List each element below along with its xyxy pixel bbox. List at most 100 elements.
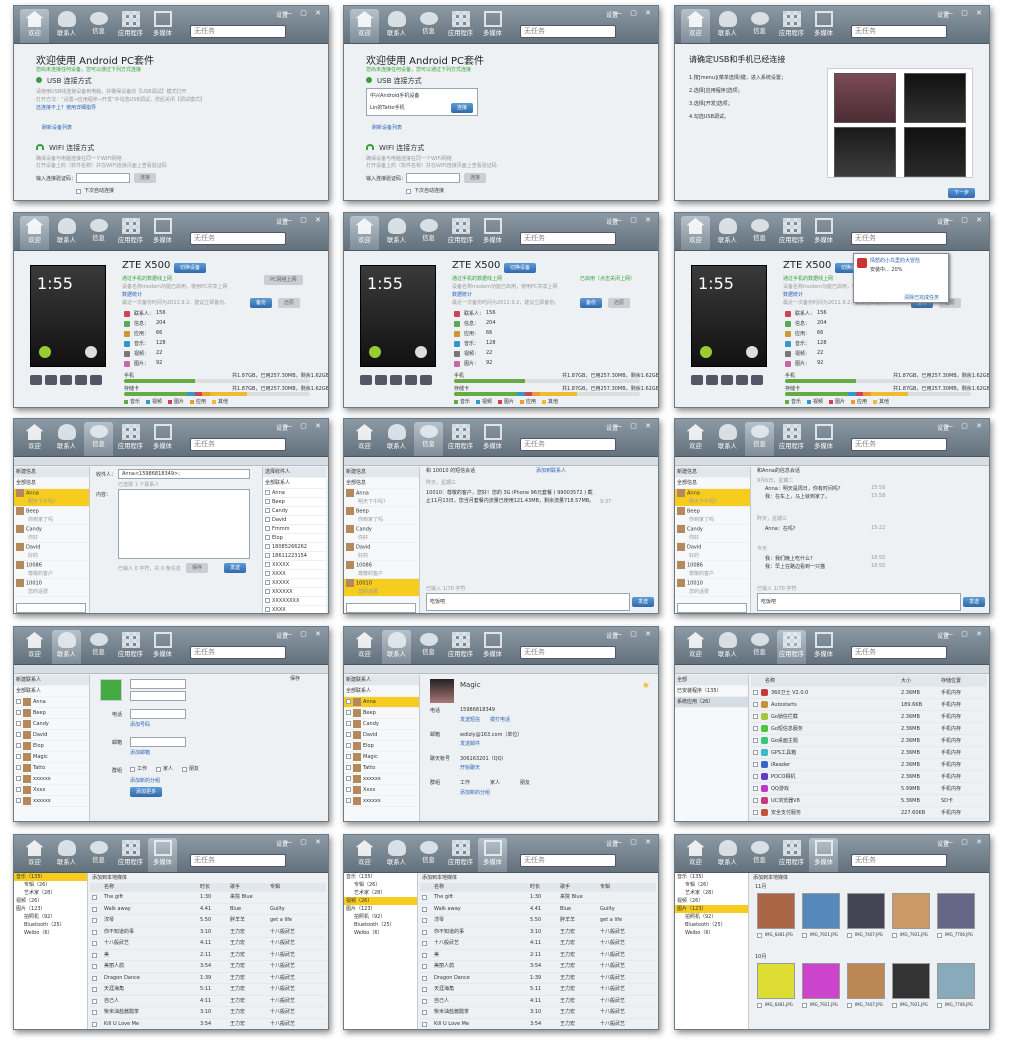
- send-button[interactable]: 发送: [962, 597, 985, 607]
- window-controls[interactable]: — ▢ ✕: [285, 422, 324, 430]
- nav-contacts[interactable]: 联系人: [713, 9, 742, 43]
- song-row[interactable]: 自己人 4:11 王力宏 十八般武艺: [90, 996, 326, 1007]
- media-category[interactable]: Weibo（6）: [344, 929, 417, 937]
- checkbox[interactable]: [265, 598, 270, 603]
- next-button[interactable]: 下一步: [947, 188, 975, 198]
- group-checkbox[interactable]: [130, 767, 135, 772]
- photo-checkbox[interactable]: [847, 1003, 852, 1008]
- table-row[interactable]: GPS工具箱 2.36MB 手机内存: [751, 747, 987, 759]
- table-row[interactable]: Autostarts 189.6KB 手机内存: [751, 699, 987, 711]
- nav-contacts[interactable]: 联系人: [382, 422, 411, 456]
- nav-messages[interactable]: 信息: [745, 422, 774, 456]
- add-phone-link[interactable]: 添加号码: [130, 721, 150, 728]
- data-stats-link[interactable]: 数据统计: [783, 291, 803, 298]
- contact-item[interactable]: Candy: [344, 719, 419, 730]
- nav-media[interactable]: 多媒体: [809, 9, 838, 43]
- table-row[interactable]: iReader 2.36MB 手机内存: [751, 759, 987, 771]
- checkbox[interactable]: [346, 743, 351, 748]
- checkbox[interactable]: [265, 517, 270, 522]
- contact-item[interactable]: David: [14, 730, 89, 741]
- nav-messages[interactable]: 信息: [745, 9, 774, 43]
- song-row[interactable]: 天涯海角 5:11 王力宏 十八般武艺: [420, 984, 656, 996]
- nav-media[interactable]: 多媒体: [809, 216, 838, 250]
- media-category[interactable]: Weibo（6）: [675, 929, 748, 937]
- picker-item[interactable]: David: [263, 516, 326, 525]
- photo-checkbox[interactable]: [757, 1003, 762, 1008]
- window-controls[interactable]: — ▢ ✕: [615, 422, 654, 430]
- checkbox[interactable]: [422, 1021, 427, 1027]
- refresh-link[interactable]: 刷新设备列表: [372, 124, 402, 131]
- photo-thumbnail[interactable]: [802, 963, 840, 999]
- contact-item[interactable]: Tatto: [344, 763, 419, 774]
- table-row[interactable]: Go桌面主题 2.36MB 手机内存: [751, 735, 987, 747]
- name-input[interactable]: [130, 679, 186, 689]
- thread-search[interactable]: [16, 603, 86, 613]
- checkbox[interactable]: [16, 765, 21, 770]
- song-row[interactable]: 你不知道的事 3:10 王力宏 十八般武艺: [90, 927, 326, 938]
- all-contacts[interactable]: 全部联系人: [344, 686, 419, 697]
- checkbox[interactable]: [753, 810, 758, 815]
- send-sms-link[interactable]: 发送短信: [460, 716, 480, 723]
- device-item[interactable]: Lin的Tatto手机: [370, 104, 405, 111]
- thread-item[interactable]: 10010 您的话费: [344, 579, 419, 597]
- song-row[interactable]: 美丽人鸽 3:54 王力宏 十八般武艺: [420, 961, 656, 973]
- table-row[interactable]: 360卫士 V2.0.0 2.36MB 手机内存: [751, 687, 987, 699]
- add-group-link[interactable]: 添加新的分组: [460, 789, 490, 796]
- play-icon[interactable]: [60, 375, 72, 385]
- nav-contacts[interactable]: 联系人: [382, 838, 411, 872]
- nav-media[interactable]: 多媒体: [809, 838, 838, 872]
- code-input[interactable]: [406, 173, 460, 183]
- nav-apps[interactable]: 应用程序: [777, 838, 806, 872]
- song-row[interactable]: 你不知道的事 3:10 王力宏 十八般武艺: [420, 927, 656, 938]
- usb-line[interactable]: 还连接不上？使用详细指导: [36, 104, 96, 111]
- checkbox[interactable]: [753, 726, 758, 731]
- nav-contacts[interactable]: 联系人: [52, 838, 81, 872]
- media-category[interactable]: 拍照机（92）: [675, 913, 748, 921]
- checkbox[interactable]: [265, 508, 270, 513]
- nav-contacts[interactable]: 联系人: [382, 9, 411, 43]
- add-local-media[interactable]: 添加到本地媒体: [753, 874, 788, 881]
- media-category[interactable]: 拍照机（92）: [14, 913, 87, 921]
- photo-checkbox[interactable]: [892, 933, 897, 938]
- edit-icon[interactable]: [706, 375, 718, 385]
- checkbox[interactable]: [422, 987, 427, 992]
- search-input[interactable]: 无任务: [520, 854, 616, 867]
- message-body-input[interactable]: [118, 489, 250, 559]
- nav-messages[interactable]: 信息: [414, 630, 443, 664]
- window-controls[interactable]: — ▢ ✕: [285, 838, 324, 846]
- table-row[interactable]: QQ游戏 5.99MB 手机内存: [751, 783, 987, 795]
- dial-link[interactable]: 拨打电话: [490, 716, 510, 723]
- add-group-link[interactable]: 添加新的分组: [130, 777, 160, 784]
- reply-input[interactable]: [757, 593, 961, 611]
- photo-checkbox[interactable]: [892, 1003, 897, 1008]
- picker-all[interactable]: 全部联系人: [263, 478, 326, 489]
- pc-net-button[interactable]: PC网络上网: [264, 275, 303, 285]
- window-controls[interactable]: — ▢ ✕: [285, 216, 324, 224]
- screen-icon[interactable]: [736, 375, 748, 385]
- move-icon[interactable]: [360, 375, 372, 385]
- picker-item[interactable]: Fmmm: [263, 525, 326, 534]
- checkbox[interactable]: [265, 580, 270, 585]
- picker-item[interactable]: Anna: [263, 489, 326, 498]
- nav-messages[interactable]: 信息: [414, 838, 443, 872]
- checkbox[interactable]: [92, 998, 97, 1004]
- more-button[interactable]: 添加更多: [130, 787, 163, 797]
- contact-item[interactable]: Anna: [14, 697, 89, 708]
- new-message-button[interactable]: 新建信息: [14, 467, 89, 478]
- table-row[interactable]: 墨迹天气 3.65MB 手机内存: [751, 819, 987, 821]
- checkbox[interactable]: [265, 535, 270, 540]
- nav-messages[interactable]: 信息: [84, 216, 113, 250]
- thread-item[interactable]: Beep 你到家了吗: [344, 507, 419, 525]
- clear-tasks-link[interactable]: 清除已完成任务: [904, 294, 939, 301]
- nav-contacts[interactable]: 联系人: [52, 216, 81, 250]
- connect-button[interactable]: 连接: [464, 173, 487, 183]
- checkbox[interactable]: [346, 754, 351, 759]
- nav-welcome[interactable]: 欢迎: [20, 630, 49, 664]
- nav-apps[interactable]: 应用程序: [116, 630, 145, 664]
- add-contact-link[interactable]: 添加到联系人: [536, 467, 566, 474]
- nav-welcome[interactable]: 欢迎: [20, 838, 49, 872]
- nav-messages[interactable]: 信息: [745, 216, 774, 250]
- nav-media[interactable]: 多媒体: [478, 630, 507, 664]
- device-item[interactable]: 中兴Android手机设备: [370, 92, 419, 99]
- media-category[interactable]: 音乐（135）: [675, 873, 748, 881]
